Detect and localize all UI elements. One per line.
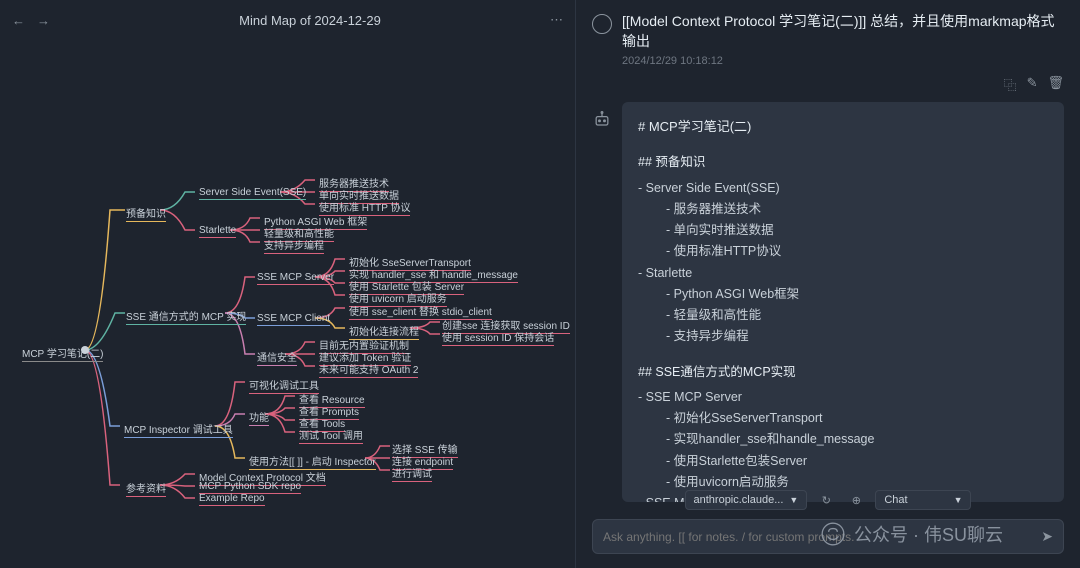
- chevron-down-icon: ▼: [954, 495, 963, 505]
- md-li: - Python ASGI Web框架: [638, 284, 1048, 305]
- mindmap-canvas[interactable]: MCP 学习笔记(二) 预备知识 Server Side Event(SSE) …: [0, 40, 575, 568]
- md-li: - Starlette: [638, 263, 1048, 284]
- md-h2: ## SSE通信方式的MCP实现: [638, 362, 1048, 383]
- md-li: - 实现handler_sse和handle_message: [638, 429, 1048, 450]
- nav-forward-icon[interactable]: →: [37, 13, 50, 28]
- md-li: - 服务器推送技术: [638, 199, 1048, 220]
- mm-node: 通信安全: [257, 353, 297, 366]
- mm-node: Starlette: [199, 225, 236, 238]
- chevron-down-icon: ▼: [789, 495, 798, 505]
- md-li: - 单向实时推送数据: [638, 220, 1048, 241]
- md-li: - 使用标准HTTP协议: [638, 241, 1048, 262]
- mm-node: MCP Inspector 调试工具: [124, 425, 233, 438]
- md-li: - 使用Starlette包装Server: [638, 451, 1048, 472]
- prompt-title: [[Model Context Protocol 学习笔记(二)]] 总结，并且…: [622, 12, 1064, 51]
- nav-back-icon[interactable]: ←: [12, 13, 25, 28]
- mode-select[interactable]: Chat ▼: [875, 490, 971, 510]
- mode-label: Chat: [884, 494, 907, 506]
- md-li: - 轻量级和高性能: [638, 305, 1048, 326]
- md-li: - Server Side Event(SSE): [638, 178, 1048, 199]
- md-li: - SSE MCP Server: [638, 387, 1048, 408]
- more-menu-icon[interactable]: ⋯: [550, 12, 563, 28]
- mindmap-title: Mind Map of 2024-12-29: [70, 13, 550, 28]
- mm-node: 参考资料: [126, 484, 166, 497]
- mm-node: 进行调试: [392, 469, 432, 482]
- model-select[interactable]: anthropic.claude... ▼: [685, 490, 808, 510]
- mm-node: 预备知识: [126, 209, 166, 222]
- mm-node: 测试 Tool 调用: [299, 431, 363, 444]
- user-avatar: [592, 14, 612, 34]
- chat-input[interactable]: [603, 530, 1041, 544]
- model-label: anthropic.claude...: [694, 494, 784, 506]
- timestamp: 2024/12/29 10:18:12: [576, 55, 1080, 75]
- mm-node: 功能: [249, 413, 269, 426]
- markdown-output[interactable]: # MCP学习笔记(二) ## 预备知识 - Server Side Event…: [622, 102, 1064, 502]
- md-h1: # MCP学习笔记(二): [638, 116, 1048, 138]
- delete-icon[interactable]: 🗑: [1047, 75, 1064, 94]
- mm-node: SSE MCP Server: [257, 272, 334, 285]
- new-chat-icon[interactable]: ⊕: [845, 489, 867, 511]
- mm-node: Server Side Event(SSE): [199, 187, 306, 200]
- md-h2: ## 预备知识: [638, 152, 1048, 173]
- copy-icon[interactable]: ⿻: [1004, 75, 1017, 94]
- edit-icon[interactable]: ✎: [1027, 75, 1038, 94]
- mm-node: 支持异步编程: [264, 241, 324, 254]
- mm-root: MCP 学习笔记(二): [22, 349, 103, 362]
- bot-avatar: [592, 110, 612, 130]
- md-li: - 初始化SseServerTransport: [638, 408, 1048, 429]
- mm-node: 使用 session ID 保持会话: [442, 333, 554, 346]
- md-li: - 支持异步编程: [638, 326, 1048, 347]
- mm-node: 未来可能支持 OAuth 2: [319, 365, 418, 378]
- mm-node: SSE 通信方式的 MCP 实现: [126, 312, 246, 325]
- send-icon[interactable]: ➤: [1041, 528, 1053, 545]
- mm-node: SSE MCP Client: [257, 313, 330, 326]
- mm-node: Example Repo: [199, 493, 265, 506]
- refresh-icon[interactable]: ↻: [815, 489, 837, 511]
